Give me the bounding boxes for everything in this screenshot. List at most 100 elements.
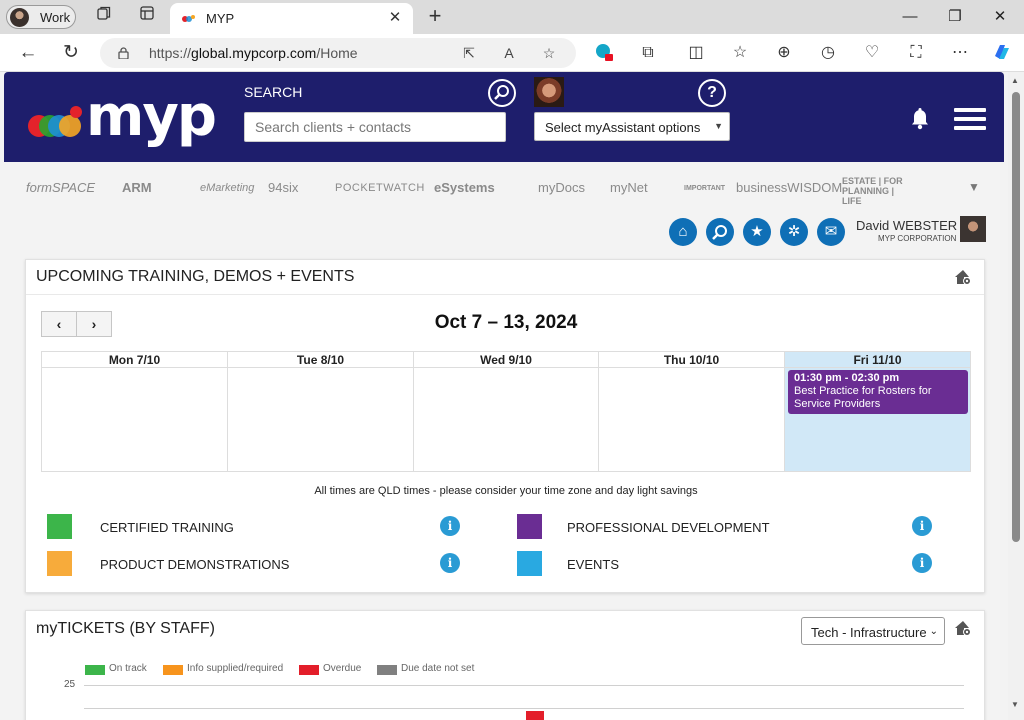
profile-button[interactable]: Work (6, 5, 76, 29)
open-in-app-icon[interactable]: ⇱ (458, 42, 480, 64)
myp-favicon (182, 15, 195, 22)
close-window-icon[interactable]: ✕ (980, 4, 1020, 30)
key-label: Due date not set (401, 663, 475, 674)
home-settings-icon[interactable] (954, 620, 972, 636)
calendar-date-range: Oct 7 – 13, 2024 (434, 312, 578, 333)
training-card: UPCOMING TRAINING, DEMOS + EVENTS ‹ › Oc… (25, 259, 985, 593)
history-icon[interactable]: ◷ (816, 42, 840, 64)
url-text: https://global.mypcorp.com/Home (149, 45, 358, 61)
brand-estate-planning[interactable]: ESTATE | FOR PLANNING | LIFE (842, 176, 916, 206)
calendar-day-thu[interactable]: Thu 10/10 (599, 352, 785, 471)
browser-tab-bar: Work MYP ✕ + — ❐ ✕ (0, 0, 1024, 34)
timezone-note: All times are QLD times - please conside… (314, 485, 698, 497)
user-name[interactable]: David WEBSTER (856, 218, 957, 233)
favorites-icon[interactable]: ☆ (728, 42, 752, 64)
mail-icon[interactable]: ✉ (817, 218, 845, 246)
favourites-star-icon[interactable]: ★ (743, 218, 771, 246)
info-icon[interactable]: i (440, 516, 460, 536)
search-input[interactable] (244, 112, 506, 142)
brand-mydocs[interactable]: myDocs (538, 180, 585, 195)
scroll-up-icon[interactable]: ▲ (1011, 76, 1019, 85)
help-icon[interactable]: ? (698, 79, 726, 107)
scroll-thumb[interactable] (1012, 92, 1020, 542)
brand-arm[interactable]: ARM (122, 180, 152, 195)
brand-important[interactable]: IMPORTANT (684, 185, 725, 192)
info-icon[interactable]: i (440, 553, 460, 573)
day-header: Thu 10/10 (599, 352, 784, 368)
back-icon[interactable]: ← (15, 40, 41, 66)
more-options-icon[interactable]: ⋯ (948, 42, 972, 64)
minimize-icon[interactable]: — (890, 4, 930, 30)
page-content: myp SEARCH ? Select myAssistant options … (0, 72, 1008, 720)
calendar-day-tue[interactable]: Tue 8/10 (228, 352, 414, 471)
brand-mynet[interactable]: myNet (610, 180, 648, 195)
extensions-puzzle-icon[interactable]: ⧉ (636, 42, 660, 64)
calendar-event[interactable]: 01:30 pm - 02:30 pm Best Practice for Ro… (788, 370, 968, 414)
profile-avatar (10, 8, 29, 27)
screenshot-icon[interactable]: ⛶ (904, 42, 928, 64)
site-header: myp SEARCH ? Select myAssistant options … (4, 72, 1004, 162)
chevron-down-icon: ▼ (714, 121, 723, 131)
favorite-star-icon[interactable]: ☆ (538, 42, 560, 64)
read-aloud-icon[interactable]: A (498, 42, 520, 64)
card-title: myTICKETS (BY STAFF) (36, 620, 215, 637)
add-home-icon[interactable]: ⌂ (669, 218, 697, 246)
address-bar[interactable]: https://global.mypcorp.com/Home ⇱ A ☆ (100, 38, 576, 68)
calendar-day-fri[interactable]: Fri 11/10 01:30 pm - 02:30 pm Best Pract… (785, 352, 970, 471)
assistant-select-value: Select myAssistant options (545, 120, 701, 135)
brand-businesswisdom[interactable]: businessWISDOM (736, 180, 842, 195)
main-menu-icon[interactable] (954, 108, 986, 130)
extension-icon[interactable] (592, 42, 616, 64)
brand-94six[interactable]: 94six (268, 180, 298, 195)
calendar-day-wed[interactable]: Wed 9/10 (414, 352, 599, 471)
brand-emarketing[interactable]: eMarketing (200, 182, 254, 194)
vertical-scrollbar[interactable]: ▲ ▼ (1008, 72, 1024, 720)
copilot-icon[interactable] (990, 42, 1014, 64)
assistant-select[interactable]: Select myAssistant options ▼ (534, 112, 730, 141)
chevron-down-icon: ⌄ (929, 626, 938, 637)
y-axis-tick: 25 (64, 679, 76, 690)
overdue-bar[interactable] (526, 711, 544, 720)
brand-formspace[interactable]: formSPACE (26, 180, 95, 195)
collections-icon[interactable]: ⊕ (772, 42, 796, 64)
lock-icon (118, 47, 129, 59)
day-header: Tue 8/10 (228, 352, 413, 368)
info-icon[interactable]: i (912, 553, 932, 573)
tab-myp[interactable]: MYP ✕ (170, 3, 413, 34)
staff-group-value: Tech - Infrastructure (811, 625, 927, 640)
day-header: Wed 9/10 (414, 352, 598, 368)
split-screen-icon[interactable]: ◫ (684, 42, 708, 64)
search-label: SEARCH (244, 84, 303, 100)
key-swatch-info (163, 665, 183, 675)
brand-esystems[interactable]: eSystems (434, 180, 495, 195)
card-title: UPCOMING TRAINING, DEMOS + EVENTS (36, 268, 355, 285)
settings-gear-icon[interactable]: ✲ (780, 218, 808, 246)
brand-pocketwatch[interactable]: POCKETWATCH (335, 182, 425, 194)
key-swatch-on-track (85, 665, 105, 675)
scroll-down-icon[interactable]: ▼ (1011, 700, 1019, 709)
info-icon[interactable]: i (912, 516, 932, 536)
workspaces-icon[interactable] (91, 4, 117, 30)
search-check-icon[interactable] (706, 218, 734, 246)
legend-label-events: EVENTS (567, 557, 620, 572)
key-swatch-overdue (299, 665, 319, 675)
key-label: On track (109, 663, 147, 674)
user-avatar[interactable] (960, 216, 986, 242)
restore-icon[interactable]: ❐ (935, 4, 975, 30)
home-settings-icon[interactable] (954, 269, 972, 285)
new-tab-icon[interactable]: + (423, 4, 447, 28)
refresh-icon[interactable]: ↻ (58, 40, 84, 66)
day-header: Fri 11/10 (785, 352, 970, 368)
close-tab-icon[interactable]: ✕ (385, 8, 405, 28)
legend-swatch-professional (517, 514, 542, 539)
tickets-card: myTICKETS (BY STAFF) Tech - Infrastructu… (25, 610, 985, 720)
calendar-day-mon[interactable]: Mon 7/10 (42, 352, 228, 471)
divider (26, 294, 984, 295)
browser-essentials-icon[interactable]: ♡ (860, 42, 884, 64)
advanced-search-icon[interactable] (488, 79, 516, 107)
tab-actions-icon[interactable] (134, 4, 160, 30)
staff-group-select[interactable]: Tech - Infrastructure ⌄ (801, 617, 945, 645)
notification-bell-icon[interactable] (910, 106, 930, 130)
brands-more-icon[interactable]: ▼ (968, 180, 980, 194)
myp-logo[interactable]: myp (26, 84, 217, 149)
